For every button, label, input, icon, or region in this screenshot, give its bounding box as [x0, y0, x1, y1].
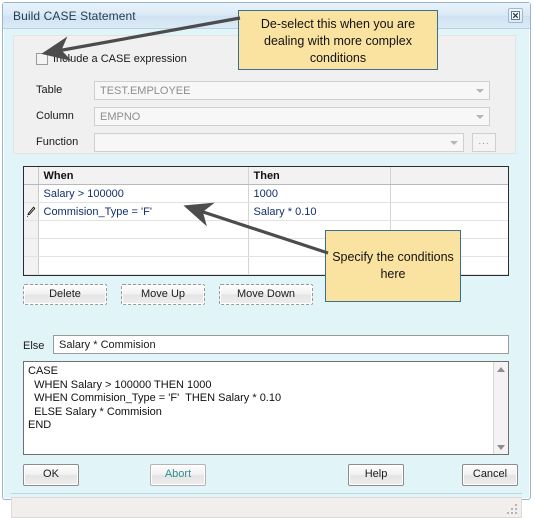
- ok-button[interactable]: OK: [23, 464, 79, 486]
- cell-extra[interactable]: [390, 202, 508, 221]
- table-row[interactable]: Commision_Type = 'F' Salary * 0.10: [24, 202, 508, 221]
- cell-then[interactable]: 1000: [248, 184, 391, 203]
- grid-column-header-extra[interactable]: [390, 167, 508, 185]
- table-label: Table: [36, 84, 63, 96]
- cell-when[interactable]: [38, 220, 249, 239]
- column-combobox[interactable]: EMPNO: [94, 107, 490, 126]
- sql-preview-scrollbar[interactable]: [493, 362, 508, 454]
- chevron-down-icon: [476, 89, 484, 93]
- else-label: Else: [23, 340, 45, 352]
- cell-when[interactable]: Commision_Type = 'F': [38, 202, 249, 221]
- function-combobox[interactable]: [94, 133, 464, 152]
- cell-when[interactable]: Salary > 100000: [38, 184, 249, 203]
- cancel-button[interactable]: Cancel: [462, 464, 518, 486]
- cell-when[interactable]: [38, 256, 249, 275]
- cell-then[interactable]: Salary * 0.10: [248, 202, 391, 221]
- status-bar: [11, 497, 522, 518]
- cell-extra[interactable]: [390, 184, 508, 203]
- include-case-expression-row[interactable]: Include a CASE expression: [36, 53, 187, 65]
- delete-button[interactable]: Delete: [23, 284, 107, 305]
- else-input[interactable]: Salary * Commision: [53, 335, 509, 354]
- annotation-callout-deselect: De-select this when you are dealing with…: [238, 10, 438, 70]
- table-combobox[interactable]: TEST.EMPLOYEE: [94, 81, 490, 100]
- function-browse-button[interactable]: ...: [472, 133, 496, 152]
- function-label: Function: [36, 136, 79, 148]
- grid-column-header-when[interactable]: When: [38, 167, 249, 185]
- edit-pencil-icon: [26, 206, 35, 217]
- move-up-button[interactable]: Move Up: [121, 284, 205, 305]
- chevron-down-icon: [476, 115, 484, 119]
- table-value: TEST.EMPLOYEE: [100, 85, 191, 97]
- scroll-down-icon[interactable]: [494, 440, 508, 454]
- help-button[interactable]: Help: [348, 464, 404, 486]
- grid-header-row: When Then: [24, 167, 508, 185]
- grid-row-marker-header: [24, 167, 39, 185]
- table-row[interactable]: Salary > 100000 1000: [24, 184, 508, 203]
- sql-preview-text: CASE WHEN Salary > 100000 THEN 1000 WHEN…: [28, 365, 282, 431]
- column-value: EMPNO: [100, 111, 141, 123]
- window-title: Build CASE Statement: [13, 9, 136, 23]
- row-marker: [24, 238, 39, 257]
- chevron-down-icon: [450, 141, 458, 145]
- include-case-expression-checkbox[interactable]: [36, 53, 48, 65]
- annotation-callout-conditions: Specify the conditions here: [325, 230, 461, 302]
- row-marker: [24, 256, 39, 275]
- scroll-up-icon[interactable]: [494, 362, 508, 376]
- move-down-button[interactable]: Move Down: [219, 284, 313, 305]
- row-marker: [24, 202, 39, 221]
- row-marker: [24, 220, 39, 239]
- sql-preview-box[interactable]: CASE WHEN Salary > 100000 THEN 1000 WHEN…: [23, 361, 509, 455]
- footer-divider: [11, 493, 522, 494]
- resize-grip-icon: [507, 504, 517, 514]
- grid-column-header-then[interactable]: Then: [248, 167, 391, 185]
- close-icon[interactable]: [508, 8, 523, 23]
- row-marker: [24, 184, 39, 203]
- cell-when[interactable]: [38, 238, 249, 257]
- include-case-expression-label: Include a CASE expression: [53, 53, 187, 65]
- else-value: Salary * Commision: [59, 339, 156, 351]
- column-label: Column: [36, 110, 74, 122]
- abort-button[interactable]: Abort: [150, 464, 206, 486]
